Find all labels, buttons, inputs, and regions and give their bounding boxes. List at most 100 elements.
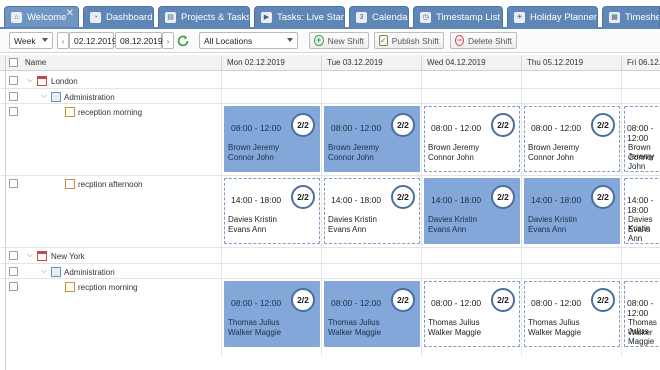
- chevron-down-icon: [42, 38, 48, 42]
- column-header-day[interactable]: Tue 03.12.2019: [321, 55, 421, 71]
- shift-card[interactable]: 08:00 - 12:00 2/2 Thomas Julius Walker M…: [424, 281, 520, 347]
- shift-card[interactable]: 08:00 - 12:00 2/2 Brown Jeremy Connor Jo…: [324, 106, 420, 172]
- row-separator: [0, 263, 660, 264]
- location-label: London: [51, 77, 78, 86]
- shift-time: 08:00 - 12:00: [331, 123, 382, 133]
- assigned-person: Thomas Julius: [328, 318, 380, 327]
- staffing-badge: 2/2: [391, 185, 415, 209]
- new-shift-button[interactable]: + New Shift: [309, 32, 369, 49]
- staffing-badge: 2/2: [591, 113, 615, 137]
- column-header-day[interactable]: Thu 05.12.2019: [521, 55, 621, 71]
- row-checkbox[interactable]: [9, 179, 18, 188]
- shift-card[interactable]: 14:00 - 18:00 2/2 Davies Kristin Evans A…: [524, 178, 620, 244]
- column-header-day[interactable]: Mon 02.12.2019: [221, 55, 321, 71]
- shift-card[interactable]: 08:00 - 12:00 2/2 Thomas Julius Walker M…: [524, 281, 620, 347]
- location-label: New York: [51, 252, 85, 261]
- row-separator: [0, 278, 660, 279]
- assigned-person: Brown Jeremy: [428, 143, 480, 152]
- column-header-day[interactable]: Fri 06.12.2019: [621, 55, 660, 71]
- row-checkbox[interactable]: [9, 92, 18, 101]
- chevron-down-icon[interactable]: ⌵: [41, 266, 47, 276]
- shift-card[interactable]: 08:00 - 12:00 2/2 Brown Jeremy Connor Jo…: [224, 106, 320, 172]
- assigned-person: Evans Ann: [428, 225, 467, 234]
- assigned-person: Evans Ann: [528, 225, 567, 234]
- column-divider: [421, 71, 422, 356]
- tab-label: Holiday Planner: [530, 11, 598, 23]
- delete-shift-button[interactable]: − Delete Shift: [450, 32, 517, 49]
- staffing-badge: 2/2: [291, 288, 315, 312]
- assigned-person: Evans Ann: [328, 225, 367, 234]
- refresh-icon[interactable]: [175, 33, 191, 49]
- tab-tasks-live-start[interactable]: ▶ Tasks: Live Start: [254, 6, 345, 27]
- shift-time: 14:00 - 18:00: [331, 195, 382, 205]
- shift-card[interactable]: 08:00 - 12:00 2/2 Thomas Julius Walker M…: [324, 281, 420, 347]
- row-checkbox[interactable]: [9, 76, 18, 85]
- assigned-person: Brown Jeremy: [328, 143, 380, 152]
- tab-label: Timeshee: [625, 11, 659, 23]
- column-header-name[interactable]: Name: [20, 55, 220, 71]
- publish-shift-button[interactable]: ✓ Publish Shift: [374, 32, 444, 49]
- chevron-down-icon: [287, 38, 293, 42]
- assigned-person: Thomas Julius: [528, 318, 580, 327]
- clock-icon: ◷: [420, 11, 431, 23]
- shift-card[interactable]: 14:00 - 18:00 Davies Kristin Evans Ann: [624, 178, 660, 244]
- tab-dashboard[interactable]: ◔ Dashboard: [83, 6, 154, 27]
- row-checkbox[interactable]: [9, 267, 18, 276]
- shift-time: 14:00 - 18:00: [231, 195, 282, 205]
- next-week-button[interactable]: ›: [162, 32, 174, 49]
- department-icon: [51, 92, 61, 102]
- tab-timesheet[interactable]: ▦ Timeshee: [602, 6, 660, 27]
- location-icon: [37, 76, 47, 86]
- date-from-field[interactable]: 02.12.2019: [69, 32, 117, 49]
- assigned-person: Connor John: [528, 153, 574, 162]
- close-icon[interactable]: ✕: [66, 8, 74, 19]
- location-icon: [37, 251, 47, 261]
- row-checkbox[interactable]: [9, 251, 18, 260]
- minus-icon: −: [455, 35, 465, 46]
- chevron-down-icon[interactable]: ⌵: [41, 91, 47, 101]
- tab-timestamp-list[interactable]: ◷ Timestamp List: [413, 6, 503, 27]
- select-all-checkbox[interactable]: [9, 58, 18, 67]
- prev-week-button[interactable]: ‹: [57, 32, 69, 49]
- staffing-badge: 2/2: [491, 288, 515, 312]
- shift-card[interactable]: 14:00 - 18:00 2/2 Davies Kristin Evans A…: [424, 178, 520, 244]
- shift-time: 08:00 - 12:00: [331, 298, 382, 308]
- date-from-value: 02.12.2019: [74, 35, 117, 46]
- shift-card[interactable]: 08:00 - 12:00 Brown Jeremy Connor John: [624, 106, 660, 172]
- assigned-person: Connor John: [328, 153, 374, 162]
- shift-time: 08:00 - 12:00: [531, 123, 582, 133]
- assigned-person: Evans Ann: [228, 225, 267, 234]
- shift-card[interactable]: 14:00 - 18:00 2/2 Davies Kristin Evans A…: [324, 178, 420, 244]
- department-label: Administration: [64, 93, 115, 102]
- column-divider: [521, 71, 522, 356]
- location-select[interactable]: All Locations: [199, 32, 298, 49]
- date-to-field[interactable]: 08.12.2019: [115, 32, 163, 49]
- chevron-down-icon[interactable]: ⌵: [27, 75, 33, 85]
- shift-label: recption afternoon: [78, 180, 143, 189]
- tab-welcome[interactable]: ⌂ Welcome ✕: [4, 6, 79, 27]
- shift-card[interactable]: 08:00 - 12:00 2/2 Brown Jeremy Connor Jo…: [524, 106, 620, 172]
- chevron-down-icon[interactable]: ⌵: [27, 250, 33, 260]
- staffing-badge: 2/2: [491, 185, 515, 209]
- tab-calendar[interactable]: 3 Calendar: [349, 6, 409, 27]
- row-checkbox[interactable]: [9, 282, 18, 291]
- date-to-value: 08.12.2019: [120, 35, 163, 46]
- view-select[interactable]: Week: [9, 32, 53, 49]
- tab-label: Calendar: [372, 11, 409, 23]
- row-checkbox[interactable]: [9, 107, 18, 116]
- assigned-person: Connor John: [228, 153, 274, 162]
- assigned-person: Thomas Julius: [228, 318, 280, 327]
- shift-card[interactable]: 08:00 - 12:00 Thomas Julius Walker Maggi…: [624, 281, 660, 347]
- projects-icon: ▤: [165, 11, 176, 23]
- shift-label: reception morning: [78, 108, 143, 117]
- tab-label: Tasks: Live Start: [277, 11, 345, 23]
- shift-card[interactable]: 14:00 - 18:00 2/2 Davies Kristin Evans A…: [224, 178, 320, 244]
- shift-card[interactable]: 08:00 - 12:00 2/2 Brown Jeremy Connor Jo…: [424, 106, 520, 172]
- assigned-person: Brown Jeremy: [228, 143, 280, 152]
- shift-card[interactable]: 08:00 - 12:00 2/2 Thomas Julius Walker M…: [224, 281, 320, 347]
- shift-time: 08:00 - 12:00: [627, 123, 654, 143]
- shift-time: 08:00 - 12:00: [431, 298, 482, 308]
- tab-holiday-planner[interactable]: ☀ Holiday Planner: [507, 6, 598, 27]
- column-header-day[interactable]: Wed 04.12.2019: [421, 55, 521, 71]
- tab-projects-tasks[interactable]: ▤ Projects & Tasks: [158, 6, 250, 27]
